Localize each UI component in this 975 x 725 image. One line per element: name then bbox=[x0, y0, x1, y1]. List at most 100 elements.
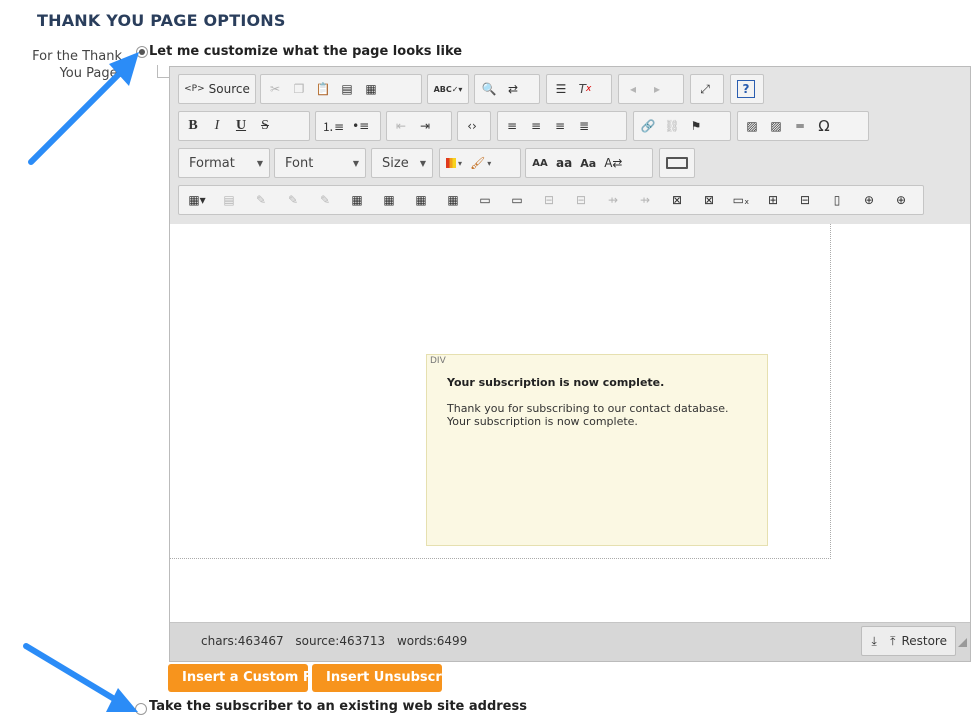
col-before-icon[interactable]: ⇸ bbox=[597, 188, 629, 212]
arrow-left-icon[interactable]: ◂ bbox=[621, 77, 645, 101]
delete-cell-alt-icon[interactable]: ▭ₓ bbox=[725, 188, 757, 212]
message-body: Thank you for subscribing to our contact… bbox=[447, 402, 729, 428]
unlink-icon[interactable]: ⛓ bbox=[660, 114, 684, 138]
image-alt-icon[interactable]: ▨ bbox=[764, 114, 788, 138]
uppercase-button[interactable]: AA bbox=[528, 151, 552, 175]
format-select-value: Format bbox=[189, 155, 235, 171]
size-select[interactable]: Size ▼ bbox=[371, 148, 433, 178]
div-tag-label: DIV bbox=[430, 356, 446, 366]
table-properties-icon[interactable]: ▤ bbox=[213, 188, 245, 212]
source-icon: <P> bbox=[184, 84, 205, 94]
horizontal-rule-icon[interactable]: ═ bbox=[788, 114, 812, 138]
split-horizontal-icon[interactable]: ⊕ bbox=[853, 188, 885, 212]
row-after-icon[interactable]: ▭ bbox=[501, 188, 533, 212]
editor-status-bar: chars:463467 source:463713 words:6499 ⤓ … bbox=[170, 622, 970, 661]
toolbar-group-case: AA aa Aa A⇄ bbox=[525, 148, 653, 178]
bulleted-list-icon[interactable]: •≡ bbox=[348, 114, 373, 138]
background-color-icon[interactable]: 🖌 ▾ bbox=[466, 151, 495, 175]
rich-text-editor[interactable]: <P> Source ✂ ❐ 📋 ▤ ▦ ABC✓▾ 🔍 ⇄ ☰ Tx ◂ ▸ bbox=[169, 66, 971, 662]
spellcheck-icon[interactable]: ABC✓▾ bbox=[430, 77, 466, 101]
insert-custom-field-button[interactable]: Insert a Custom Field bbox=[168, 664, 308, 692]
arrow-right-icon[interactable]: ▸ bbox=[645, 77, 669, 101]
editor-content-area[interactable]: DIV Your subscription is now complete. T… bbox=[170, 224, 970, 625]
merge-cells-icon[interactable]: ⊞ bbox=[757, 188, 789, 212]
toolbar-group-lists: ⒈≡ •≡ bbox=[315, 111, 381, 141]
page-boundary: DIV Your subscription is now complete. T… bbox=[170, 224, 831, 559]
source-button[interactable]: <P> Source bbox=[181, 77, 253, 101]
redirect-option-label[interactable]: Take the subscriber to an existing web s… bbox=[149, 699, 527, 714]
align-right-icon[interactable]: ≡ bbox=[548, 114, 572, 138]
row-before-icon[interactable]: ▭ bbox=[469, 188, 501, 212]
numbered-list-icon[interactable]: ⒈≡ bbox=[318, 114, 348, 138]
delete-cell-icon[interactable]: ⊠ bbox=[693, 188, 725, 212]
code-icon[interactable]: ‹› bbox=[460, 114, 484, 138]
table-insert-row-after-icon[interactable]: ▦ bbox=[373, 188, 405, 212]
copy-icon[interactable]: ❐ bbox=[287, 77, 311, 101]
strike-button[interactable]: S bbox=[253, 114, 277, 138]
help-icon[interactable]: ? bbox=[733, 77, 759, 101]
titlecase-button[interactable]: Aa bbox=[576, 151, 600, 175]
align-center-icon[interactable]: ≡ bbox=[524, 114, 548, 138]
form-field-icon[interactable] bbox=[662, 151, 692, 175]
customize-option-label[interactable]: Let me customize what the page looks lik… bbox=[149, 44, 462, 59]
link-icon[interactable]: 🔗 bbox=[636, 114, 660, 138]
message-div-block[interactable]: DIV Your subscription is now complete. T… bbox=[426, 354, 768, 546]
outdent-icon[interactable]: ⇤ bbox=[389, 114, 413, 138]
align-left-icon[interactable]: ≡ bbox=[500, 114, 524, 138]
remove-format-icon[interactable]: Tx bbox=[573, 77, 597, 101]
find-icon[interactable]: 🔍 bbox=[477, 77, 501, 101]
words-count: words:6499 bbox=[396, 634, 468, 648]
split-vertical-icon[interactable]: ⊕ bbox=[885, 188, 917, 212]
section-title: THANK YOU PAGE OPTIONS bbox=[37, 11, 286, 30]
select-all-icon[interactable]: ☰ bbox=[549, 77, 573, 101]
special-char-icon[interactable]: Ω bbox=[812, 114, 836, 138]
replace-icon[interactable]: ⇄ bbox=[501, 77, 525, 101]
delete-row-alt-icon[interactable]: ⊟ bbox=[565, 188, 597, 212]
resize-grip-icon[interactable] bbox=[958, 638, 967, 647]
text-color-icon[interactable]: ▾ bbox=[442, 151, 466, 175]
restore-button[interactable]: ⤒ Restore bbox=[886, 627, 955, 655]
cell-props-icon[interactable]: ✎ bbox=[245, 188, 277, 212]
cell-style-icon[interactable]: ✎ bbox=[277, 188, 309, 212]
col-after-icon[interactable]: ⇸ bbox=[629, 188, 661, 212]
paste-word-icon[interactable]: ▦ bbox=[359, 77, 383, 101]
table-insert-col-icon[interactable]: ▦ bbox=[405, 188, 437, 212]
underline-button[interactable]: U bbox=[229, 114, 253, 138]
editor-toolbar: <P> Source ✂ ❐ 📋 ▤ ▦ ABC✓▾ 🔍 ⇄ ☰ Tx ◂ ▸ bbox=[170, 67, 970, 225]
anchor-flag-icon[interactable]: ⚑ bbox=[684, 114, 708, 138]
table-insert-col-after-icon[interactable]: ▦ bbox=[437, 188, 469, 212]
save-draft-icon[interactable]: ⤓ bbox=[862, 627, 886, 655]
font-select[interactable]: Font ▼ bbox=[274, 148, 366, 178]
cell-edit-icon[interactable]: ✎ bbox=[309, 188, 341, 212]
source-label: Source bbox=[208, 82, 250, 96]
align-justify-icon[interactable]: ≣ bbox=[572, 114, 596, 138]
merge-right-icon[interactable]: ⊟ bbox=[789, 188, 821, 212]
toolbar-group-links: 🔗 ⛓ ⚑ bbox=[633, 111, 731, 141]
lowercase-button[interactable]: aa bbox=[552, 151, 576, 175]
delete-row-icon[interactable]: ⊟ bbox=[533, 188, 565, 212]
paste-icon[interactable]: 📋 bbox=[311, 77, 335, 101]
toolbar-group-table: ▦▾ ▤ ✎ ✎ ✎ ▦ ▦ ▦ ▦ ▭ ▭ ⊟ ⊟ ⇸ ⇸ ⊠ ⊠ ▭ₓ ⊞ … bbox=[178, 185, 924, 215]
paste-text-icon[interactable]: ▤ bbox=[335, 77, 359, 101]
chevron-down-icon: ▼ bbox=[352, 158, 359, 168]
maximize-icon[interactable]: ⤢ bbox=[693, 77, 717, 101]
toolbar-group-basicstyles: B I U S bbox=[178, 111, 310, 141]
delete-col-icon[interactable]: ⊠ bbox=[661, 188, 693, 212]
source-count: source:463713 bbox=[295, 634, 386, 648]
indent-icon[interactable]: ⇥ bbox=[413, 114, 437, 138]
italic-button[interactable]: I bbox=[205, 114, 229, 138]
toolbar-group-align: ≡ ≡ ≡ ≣ bbox=[497, 111, 627, 141]
size-select-value: Size bbox=[382, 155, 409, 171]
insert-unsubscribe-button[interactable]: Insert Unsubscribe bbox=[312, 664, 442, 692]
toggle-case-icon[interactable]: A⇄ bbox=[600, 151, 626, 175]
bold-button[interactable]: B bbox=[181, 114, 205, 138]
format-select[interactable]: Format ▼ bbox=[178, 148, 270, 178]
toolbar-group-help: ? bbox=[730, 74, 764, 104]
cut-icon[interactable]: ✂ bbox=[263, 77, 287, 101]
image-icon[interactable]: ▨ bbox=[740, 114, 764, 138]
table-insert-row-icon[interactable]: ▦ bbox=[341, 188, 373, 212]
merge-down-icon[interactable]: ▯ bbox=[821, 188, 853, 212]
message-title: Your subscription is now complete. bbox=[447, 376, 665, 389]
toolbar-group-code: ‹› bbox=[457, 111, 491, 141]
table-icon[interactable]: ▦▾ bbox=[181, 188, 213, 212]
